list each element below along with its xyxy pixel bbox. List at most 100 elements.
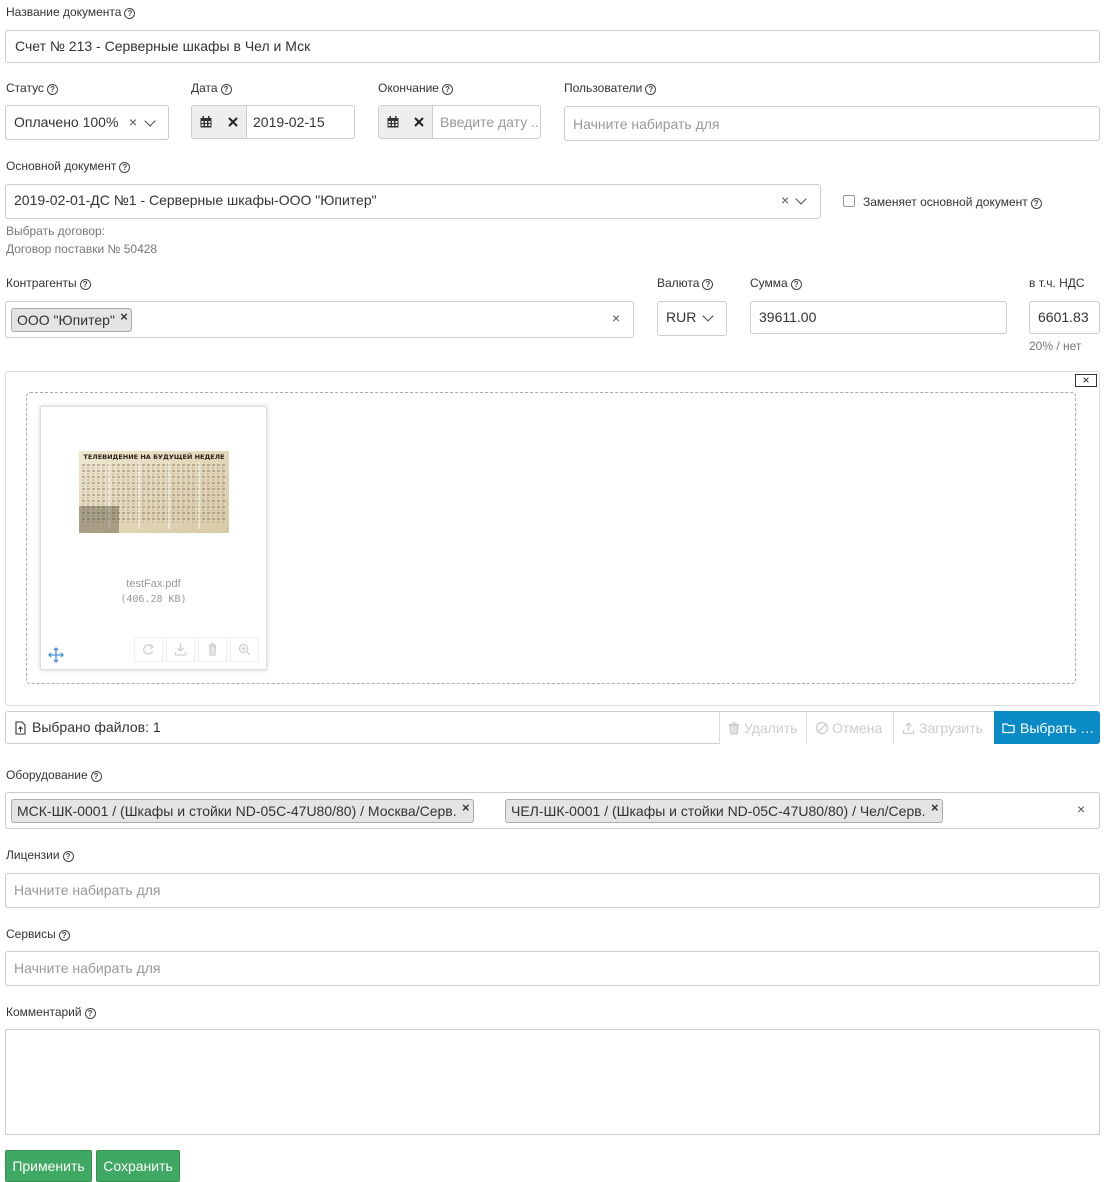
rotate-button[interactable] — [134, 637, 163, 662]
main-doc-select[interactable]: 2019-02-01-ДС №1 - Серверные шкафы-ООО "… — [5, 184, 821, 219]
help-icon[interactable]: ? — [790, 279, 802, 290]
date-clear-button[interactable] — [220, 106, 247, 138]
end-date-clear-button[interactable] — [406, 106, 433, 138]
comment-label-text: Комментарий — [6, 1005, 82, 1019]
save-button[interactable]: Сохранить — [96, 1150, 180, 1182]
delete-button[interactable]: Удалить — [719, 712, 806, 744]
close-icon — [414, 117, 424, 127]
cancel-button[interactable]: Отмена — [806, 712, 893, 744]
remove-tag-icon[interactable]: × — [120, 306, 128, 328]
help-icon[interactable]: ? — [441, 84, 453, 95]
chevron-down-icon[interactable] — [795, 193, 807, 205]
services-input[interactable]: Начните набирать для — [5, 951, 1100, 986]
currency-label-text: Валюта — [657, 276, 700, 290]
equipment-tag-label: ЧЕЛ-ШК-0001 / (Шкафы и стойки ND-05C-47U… — [511, 803, 926, 819]
help-icon[interactable]: ? — [645, 84, 657, 95]
licenses-input[interactable]: Начните набирать для — [5, 873, 1100, 908]
replaces-main-doc-label-text: Заменяет основной документ — [863, 195, 1028, 209]
help-icon[interactable]: ? — [79, 279, 91, 290]
users-label: Пользователи? — [564, 81, 657, 95]
equipment-tag-label: МСК-ШК-0001 / (Шкафы и стойки ND-05C-47U… — [17, 803, 457, 819]
help-icon[interactable]: ? — [1030, 198, 1042, 209]
vat-input[interactable]: 6601.83 — [1029, 301, 1100, 334]
end-date-placeholder[interactable]: Введите дату ... — [440, 114, 540, 130]
calendar-button[interactable] — [192, 106, 221, 138]
help-icon[interactable]: ? — [58, 930, 70, 941]
status-label: Статус? — [6, 81, 58, 95]
help-icon[interactable]: ? — [90, 771, 102, 782]
help-icon[interactable]: ? — [84, 1008, 96, 1019]
upload-button-label: Загрузить — [919, 720, 983, 736]
browse-button-label: Выбрать … — [1020, 719, 1095, 736]
file-thumbnail-card: ТЕЛЕВИДЕНИЕ НА БУДУЩЕЙ НЕДЕЛЕ testFax.pd… — [40, 406, 267, 670]
close-preview-button[interactable]: × — [1075, 374, 1097, 387]
help-icon[interactable]: ? — [702, 279, 714, 290]
end-date-label-text: Окончание — [378, 81, 439, 95]
licenses-label: Лицензии? — [6, 848, 74, 862]
equipment-select[interactable]: МСК-ШК-0001 / (Шкафы и стойки ND-05C-47U… — [5, 792, 1100, 829]
date-value[interactable]: 2019-02-15 — [253, 114, 325, 130]
main-doc-label-text: Основной документ — [6, 159, 117, 173]
move-icon[interactable] — [48, 647, 64, 663]
comment-textarea[interactable] — [5, 1029, 1100, 1135]
doc-name-value: Счет № 213 - Серверные шкафы в Чел и Мск — [15, 38, 311, 54]
licenses-label-text: Лицензии — [6, 848, 60, 862]
doc-name-label-text: Название документа — [6, 5, 122, 19]
help-icon[interactable]: ? — [119, 162, 131, 173]
replaces-main-doc-checkbox[interactable] — [843, 195, 855, 207]
status-select[interactable]: Оплачено 100% × — [5, 105, 169, 140]
counterparty-tag-label: ООО "Юпитер" — [17, 312, 115, 328]
sum-input[interactable]: 39611.00 — [750, 301, 1007, 334]
upload-toolbar: Выбрано файлов: 1 Удалить Отмена Загрузи… — [5, 711, 1100, 744]
counterparties-select[interactable]: ООО "Юпитер" × × — [5, 301, 634, 338]
thumbnail-title-text: ТЕЛЕВИДЕНИЕ НА БУДУЩЕЙ НЕДЕЛЕ — [83, 452, 224, 461]
file-name: testFax.pdf — [126, 578, 181, 590]
download-icon — [174, 643, 187, 656]
zoom-button[interactable] — [230, 637, 259, 662]
upload-icon — [902, 722, 915, 735]
help-icon[interactable]: ? — [62, 851, 74, 862]
main-doc-value: 2019-02-01-ДС №1 - Серверные шкафы-ООО "… — [14, 192, 377, 208]
sum-value: 39611.00 — [759, 309, 817, 325]
clear-icon[interactable]: × — [612, 310, 620, 326]
clear-icon[interactable]: × — [1077, 801, 1085, 817]
counterparties-label: Контрагенты? — [6, 276, 91, 290]
file-icon — [15, 721, 26, 735]
services-label: Сервисы? — [6, 927, 70, 941]
download-button[interactable] — [166, 637, 195, 662]
users-input[interactable]: Начните набирать для — [564, 106, 1100, 141]
file-drop-zone[interactable]: ТЕЛЕВИДЕНИЕ НА БУДУЩЕЙ НЕДЕЛЕ testFax.pd… — [26, 392, 1076, 684]
remove-tag-icon[interactable]: × — [931, 797, 939, 819]
cancel-button-label: Отмена — [832, 720, 883, 736]
choose-contract-text: Выбрать договор: — [6, 224, 106, 238]
file-thumbnail-image: ТЕЛЕВИДЕНИЕ НА БУДУЩЕЙ НЕДЕЛЕ — [79, 451, 229, 533]
counterparty-tag: ООО "Юпитер" × — [11, 308, 132, 332]
clear-icon[interactable]: × — [129, 114, 137, 130]
vat-note[interactable]: 20% / нет — [1029, 339, 1081, 353]
apply-button[interactable]: Применить — [5, 1150, 92, 1182]
chevron-down-icon[interactable] — [144, 115, 156, 127]
calendar-button[interactable] — [379, 106, 407, 138]
currency-value: RUR — [666, 309, 697, 325]
upload-button[interactable]: Загрузить — [893, 712, 994, 744]
vat-label: в т.ч. НДС — [1029, 276, 1085, 290]
clear-icon[interactable]: × — [781, 192, 789, 208]
comment-label: Комментарий? — [6, 1005, 96, 1019]
file-size: (406.28 KB) — [120, 594, 187, 605]
doc-name-input[interactable]: Счет № 213 - Серверные шкафы в Чел и Мск — [5, 30, 1100, 63]
remove-tag-icon[interactable]: × — [462, 797, 470, 819]
services-placeholder: Начните набирать для — [14, 960, 161, 976]
help-icon[interactable]: ? — [124, 8, 136, 19]
date-label-text: Дата — [191, 81, 218, 95]
delete-button-label: Удалить — [744, 720, 798, 736]
delete-file-button[interactable] — [198, 637, 227, 662]
contract-link[interactable]: Договор поставки № 50428 — [6, 242, 157, 256]
currency-select[interactable]: RUR — [657, 301, 727, 336]
ban-icon — [815, 721, 829, 735]
folder-open-icon — [1002, 722, 1015, 733]
close-icon: × — [1082, 373, 1090, 387]
browse-button[interactable]: Выбрать … — [994, 711, 1100, 744]
help-icon[interactable]: ? — [220, 84, 232, 95]
currency-label: Валюта? — [657, 276, 714, 290]
help-icon[interactable]: ? — [46, 84, 58, 95]
